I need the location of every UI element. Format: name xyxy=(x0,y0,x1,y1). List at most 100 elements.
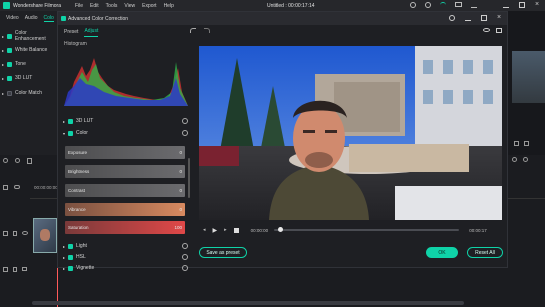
ok-button[interactable]: OK xyxy=(426,247,458,258)
undo-icon[interactable] xyxy=(3,158,8,163)
compare-icon[interactable] xyxy=(496,28,502,33)
reset-icon[interactable] xyxy=(182,130,188,136)
reset-all-button[interactable]: Reset All xyxy=(467,247,503,258)
minimize-icon[interactable] xyxy=(503,2,509,8)
prev-frame-icon[interactable]: ◂ xyxy=(203,227,206,233)
link-icon[interactable] xyxy=(14,185,20,189)
dialog-minimize-icon[interactable] xyxy=(465,15,471,21)
adjust-panel: Histogram ▸ 3D LUT ▾ Color Exposure 0 Bri… xyxy=(60,38,191,271)
volume-icon[interactable] xyxy=(524,141,529,146)
mail-icon[interactable] xyxy=(455,2,462,7)
video-track-icon xyxy=(3,231,8,236)
undo-icon[interactable] xyxy=(190,28,196,33)
left-item-3d-lut[interactable]: ▸ 3D LUT xyxy=(2,73,32,83)
left-panel: ▸ Color Enhancement ▸ White Balance ▸ Tone … xyxy=(0,25,57,164)
help-icon[interactable] xyxy=(449,15,455,21)
total-time: 00:00:17 xyxy=(469,227,487,233)
clip-face-thumb xyxy=(40,229,50,241)
menu-help[interactable]: Help xyxy=(164,3,174,9)
vibrance-slider[interactable]: Vibrance 0 xyxy=(65,203,185,216)
checkbox[interactable] xyxy=(68,118,74,124)
dialog-close-icon[interactable]: × xyxy=(497,14,503,21)
eye-icon[interactable] xyxy=(22,231,28,235)
brightness-slider[interactable]: Brightness 0 xyxy=(65,165,185,178)
checkbox[interactable] xyxy=(68,265,74,271)
dialog-app-icon xyxy=(61,16,66,21)
lock-icon[interactable] xyxy=(13,231,17,236)
add-track-icon[interactable] xyxy=(3,185,8,190)
maximize-icon[interactable] xyxy=(519,2,525,8)
video-preview[interactable] xyxy=(199,46,502,220)
checkbox[interactable] xyxy=(7,33,12,39)
section-color[interactable]: ▾ Color xyxy=(60,128,191,138)
contrast-slider[interactable]: Contrast 0 xyxy=(65,184,185,197)
saturation-slider[interactable]: Saturation 100 xyxy=(65,221,185,234)
checkbox[interactable] xyxy=(68,130,74,136)
menu-file[interactable]: File xyxy=(75,3,83,9)
left-item-tone[interactable]: ▸ Tone xyxy=(2,59,26,69)
tab-adjust[interactable]: Adjust xyxy=(84,28,99,37)
reset-icon[interactable] xyxy=(182,118,188,124)
app-logo-icon xyxy=(3,2,10,9)
reset-icon[interactable] xyxy=(182,254,188,260)
dialog-tabs: Preset Adjust xyxy=(58,25,193,37)
mute-icon[interactable] xyxy=(22,267,27,271)
left-item-color-enhancement[interactable]: ▸ Color Enhancement xyxy=(2,30,57,42)
checkbox[interactable] xyxy=(68,254,74,260)
tab-preset[interactable]: Preset xyxy=(64,29,78,37)
eye-icon[interactable] xyxy=(483,28,490,32)
section-vignette[interactable]: ▸ Vignette xyxy=(60,263,191,273)
left-item-color-match[interactable]: ▸ Color Match xyxy=(2,88,42,98)
histogram xyxy=(64,48,188,106)
headphones-icon[interactable] xyxy=(440,2,446,8)
timeline-scrollbar[interactable] xyxy=(32,301,464,305)
zoom-in-icon[interactable] xyxy=(523,157,528,162)
play-icon[interactable]: ▶ xyxy=(213,227,218,234)
section-light[interactable]: ▸ Light xyxy=(60,241,191,251)
timeline-timecode: 00:00:00:00 xyxy=(34,185,58,190)
reset-icon[interactable] xyxy=(182,243,188,249)
audio-lock-icon[interactable] xyxy=(13,267,17,272)
zoom-out-icon[interactable] xyxy=(512,157,517,162)
app-name: Wondershare Filmora xyxy=(13,2,61,9)
redo-icon[interactable] xyxy=(15,158,20,163)
tab-audio[interactable]: Audio xyxy=(25,15,38,21)
menu-export[interactable]: Export xyxy=(142,3,156,9)
delete-icon[interactable] xyxy=(27,158,32,164)
exposure-slider[interactable]: Exposure 0 xyxy=(65,146,185,159)
audio-track-icon xyxy=(3,267,8,272)
project-title: Untitled : 00:00:17:14 xyxy=(267,2,315,9)
dialog-title: Advanced Color Correction xyxy=(68,15,129,22)
reset-icon[interactable] xyxy=(182,265,188,271)
checkbox[interactable] xyxy=(7,61,13,67)
menu-view[interactable]: View xyxy=(124,3,135,9)
checkbox[interactable] xyxy=(68,243,74,249)
account-icon[interactable] xyxy=(425,2,431,8)
progress-knob[interactable] xyxy=(277,227,283,232)
section-3d-lut[interactable]: ▸ 3D LUT xyxy=(60,116,191,126)
checkbox[interactable] xyxy=(7,75,13,81)
progress-slider[interactable] xyxy=(274,227,460,232)
save-as-preset-button[interactable]: Save as preset xyxy=(199,247,247,258)
redo-icon[interactable] xyxy=(204,28,210,33)
app-titlebar: Wondershare Filmora File Edit Tools View… xyxy=(0,0,545,11)
video-clip[interactable] xyxy=(33,218,57,253)
checkbox[interactable] xyxy=(7,90,13,96)
panel-scrollbar[interactable] xyxy=(188,158,190,198)
close-icon[interactable]: × xyxy=(535,1,541,8)
sun-icon[interactable] xyxy=(410,2,416,8)
advanced-color-correction-dialog: Advanced Color Correction × Preset Adjus… xyxy=(57,11,508,271)
left-item-white-balance[interactable]: ▸ White Balance xyxy=(2,45,47,55)
menu-edit[interactable]: Edit xyxy=(90,3,99,9)
stop-icon[interactable] xyxy=(233,227,239,233)
section-hsl[interactable]: ▸ HSL xyxy=(60,252,191,262)
checkbox[interactable] xyxy=(7,47,13,53)
right-preview-thumb xyxy=(512,51,545,103)
snapshot-icon[interactable] xyxy=(514,141,519,146)
next-frame-icon[interactable]: ▸ xyxy=(224,227,227,233)
dialog-maximize-icon[interactable] xyxy=(481,15,487,21)
download-icon[interactable] xyxy=(471,2,477,8)
tab-color[interactable]: Colo xyxy=(43,15,54,22)
menu-tools[interactable]: Tools xyxy=(106,3,118,9)
tab-video[interactable]: Video xyxy=(6,15,19,21)
